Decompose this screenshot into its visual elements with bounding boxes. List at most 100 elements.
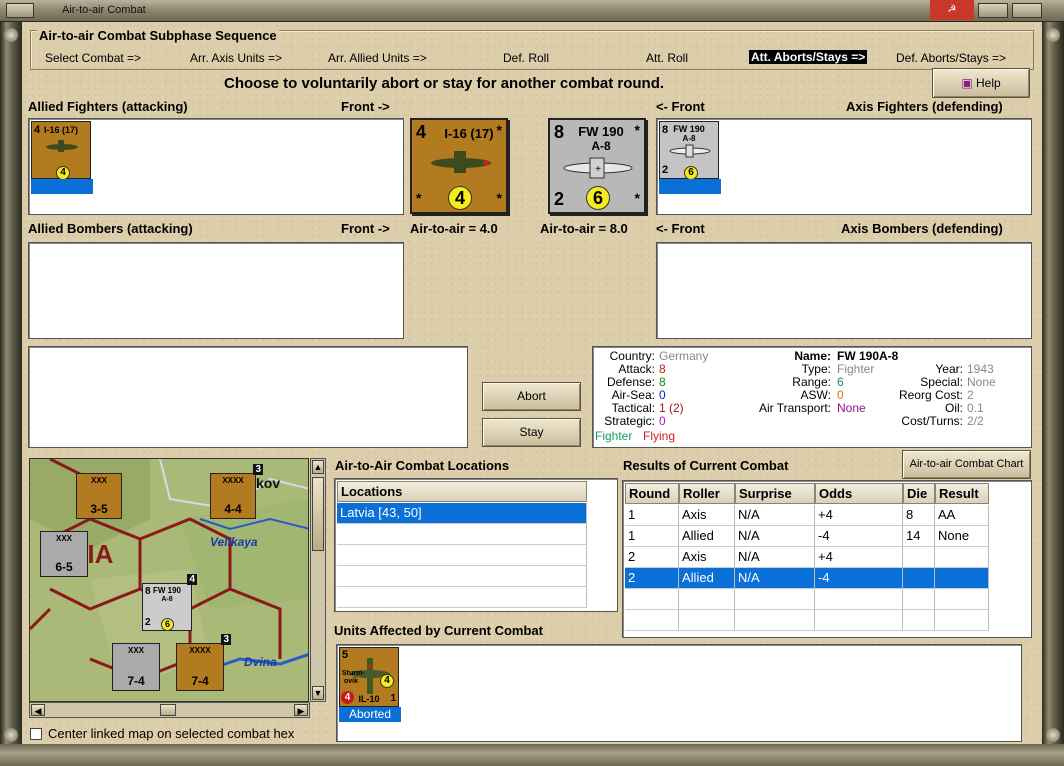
message-box [28,346,468,448]
allied-air-to-air-value: Air-to-air = 4.0 [410,221,498,236]
map-label-city: kov [256,475,281,491]
stack-badge: 3 [221,634,231,645]
unit-range: 6 [837,375,844,389]
scroll-down-icon[interactable]: ▼ [312,686,324,700]
locations-list[interactable]: Locations Latvia [43, 50] [334,478,618,612]
unit-special: None [967,375,996,389]
bottom-frame [0,744,1064,766]
step-arr-axis: Arr. Axis Units => [190,51,283,65]
axis-air-to-air-value: Air-to-air = 8.0 [540,221,628,236]
axis-fighter-counter[interactable]: 8 FW 190 A-8 2 6 [659,121,719,180]
step-arr-allied: Arr. Allied Units => [328,51,427,65]
minimize-button[interactable] [978,3,1008,18]
col-surprise[interactable]: Surprise [735,483,815,504]
map-unit-counter[interactable]: XXX 3-5 [76,473,122,519]
aborted-status: Aborted [339,707,401,722]
center-map-checkbox[interactable] [30,728,42,740]
table-cell [935,610,989,631]
col-roller[interactable]: Roller [679,483,735,504]
unit-attack: 8 [659,362,666,376]
col-result[interactable]: Result [935,483,989,504]
allied-bombers-box[interactable] [28,242,404,339]
front-label-right-2: Front -> [341,221,390,236]
table-cell: 14 [903,526,935,547]
unit-cost: 2/2 [967,414,984,428]
subphase-title: Air-to-air Combat Subphase Sequence [37,28,279,43]
combat-chart-button[interactable]: Air-to-air Combat Chart [902,450,1031,479]
fw190-plane-icon: + [560,156,636,183]
table-cell: Allied [679,568,735,589]
table-cell [815,589,903,610]
scroll-thumb[interactable] [160,704,176,716]
allied-fighters-box[interactable]: 4 I-16 (17) 4 [28,118,404,215]
left-frame-rail [0,22,22,766]
map-label-velikaya: Velikaya [210,535,258,549]
table-cell: N/A [735,568,815,589]
affected-units-box[interactable]: 5 Sturm- ovik 4 4 IL-10 1 Aborted [336,644,1022,742]
col-odds[interactable]: Odds [815,483,903,504]
axis-bombers-box[interactable] [656,242,1032,339]
map-unit-counter[interactable]: XXXX 4-4 3 [210,464,263,519]
table-cell: +4 [815,505,903,526]
unit-reorg: 2 [967,388,974,402]
unit-tactical: 1 (2) [659,401,684,415]
table-cell: N/A [735,547,815,568]
linked-map[interactable]: VIA Velikaya Dvina kov XXX 3-5 XXXX 4-4 … [29,458,309,702]
abort-button[interactable]: Abort [482,382,581,411]
help-button[interactable]: ▣ Help [932,68,1030,98]
locations-header: Locations [337,481,587,502]
col-round[interactable]: Round [625,483,679,504]
right-frame-rail [1042,22,1064,766]
map-unit-counter[interactable]: XXXX 7-4 3 [176,634,231,691]
scroll-left-icon[interactable]: ◀ [31,704,45,716]
table-cell: Axis [679,505,735,526]
table-cell [625,589,679,610]
table-cell [679,589,735,610]
affected-unit-counter[interactable]: 5 Sturm- ovik 4 4 IL-10 1 [339,647,399,707]
step-def-aborts-stays: Def. Aborts/Stays => [896,51,1007,65]
close-button[interactable]: ☭ [930,0,974,20]
allied-fighter-large-counter[interactable]: 4 I-16 (17) * * * 4 [410,118,508,214]
title-bar[interactable]: Air-to-air Combat ☭ [0,0,1064,22]
axis-fighter-large-counter[interactable]: 8 FW 190 A-8 * + 2 * 6 [548,118,646,214]
map-fighter-counter[interactable]: 8 FW 190 A-8 2 6 4 [142,574,197,631]
table-cell [735,589,815,610]
table-cell: 2 [625,568,679,589]
center-map-label: Center linked map on selected combat hex [48,726,295,741]
scroll-thumb[interactable] [312,477,324,551]
unit-country: Germany [659,349,709,363]
i16-plane-icon [426,148,496,179]
unit-info-panel: Country: Germany Attack: 8 Defense: 8 Ai… [592,346,1032,448]
maximize-button[interactable] [1012,3,1042,18]
axis-fighters-box[interactable]: 8 FW 190 A-8 2 6 [656,118,1032,215]
center-map-option[interactable]: Center linked map on selected combat hex [28,726,330,744]
table-cell [815,610,903,631]
axis-bombers-label: Axis Bombers (defending) [841,221,1003,236]
table-cell: AA [935,505,989,526]
scroll-right-icon[interactable]: ▶ [294,704,308,716]
stack-badge: 3 [253,464,263,475]
table-cell [903,568,935,589]
stay-button[interactable]: Stay [482,418,581,447]
map-horizontal-scrollbar[interactable]: ◀ ▶ [29,702,310,718]
unit-oil: 0.1 [967,401,984,415]
map-unit-counter[interactable]: XXX 6-5 [40,531,88,577]
map-vertical-scrollbar[interactable]: ▲ ▼ [310,458,326,702]
allied-selection-strip [31,179,93,194]
content-area: Air-to-air Combat Subphase Sequence Sele… [22,22,1042,744]
allied-bombers-label: Allied Bombers (attacking) [28,221,193,236]
window-title: Air-to-air Combat [62,4,146,16]
allied-fighter-counter[interactable]: 4 I-16 (17) 4 [31,121,91,180]
table-cell: Allied [679,526,735,547]
axis-selection-strip [659,179,721,194]
table-cell [903,547,935,568]
unit-type: Fighter [837,362,875,376]
table-cell: -4 [815,526,903,547]
table-cell: Axis [679,547,735,568]
scroll-up-icon[interactable]: ▲ [312,460,324,474]
step-def-roll: Def. Roll [503,51,550,65]
col-die[interactable]: Die [903,483,935,504]
system-menu-button[interactable] [6,3,34,18]
subphase-sequence: Air-to-air Combat Subphase Sequence Sele… [30,28,1034,70]
map-unit-counter[interactable]: XXX 7-4 [112,643,160,691]
